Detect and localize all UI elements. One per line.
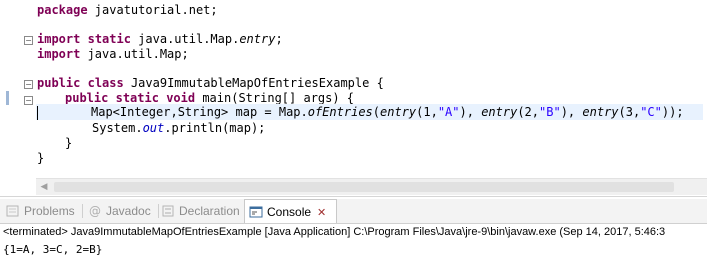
editor-gutter: [0, 0, 36, 178]
code-line-map-current: Map<Integer,String> map = Map.ofEntries(…: [36, 104, 703, 120]
code-line-close-class: }: [37, 151, 45, 165]
views-tab-bar: Problems @ Javadoc Declaration Console ✕: [0, 199, 707, 224]
code-line-import-static: import static java.util.Map.entry;: [37, 32, 283, 46]
close-icon[interactable]: ✕: [317, 207, 326, 219]
fold-toggle-class[interactable]: −: [24, 80, 33, 89]
code-line-import-map: import java.util.Map;: [37, 47, 189, 61]
console-view[interactable]: <terminated> Java9ImmutableMapOfEntriesE…: [0, 225, 707, 262]
scroll-left-icon[interactable]: ◀: [36, 179, 52, 195]
code-line-close-method: }: [65, 136, 73, 150]
code-line-package: package javatutorial.net;: [37, 3, 218, 17]
tab-console[interactable]: Console ✕: [244, 199, 337, 223]
tab-declaration[interactable]: Declaration: [161, 199, 240, 223]
scrollbar-thumb[interactable]: [54, 182, 674, 192]
console-output-line: {1=A, 3=C, 2=B}: [3, 243, 103, 256]
console-terminated-header: <terminated> Java9ImmutableMapOfEntriesE…: [3, 226, 666, 238]
editor-horizontal-scrollbar[interactable]: ◀: [36, 178, 707, 195]
fold-toggle-main[interactable]: −: [24, 96, 33, 105]
problems-icon: [6, 202, 20, 217]
console-icon: [249, 203, 263, 218]
tab-javadoc[interactable]: @ Javadoc: [88, 199, 151, 223]
tab-problems-label: Problems: [24, 204, 75, 218]
svg-text:@: @: [89, 204, 101, 218]
code-editor[interactable]: − − − package javatutorial.net; import s…: [0, 0, 707, 197]
tab-problems[interactable]: Problems: [6, 199, 75, 223]
code-line-println: System.out.println(map);: [92, 121, 266, 135]
javadoc-icon: @: [88, 202, 102, 218]
text-caret: [37, 106, 38, 120]
tab-declaration-label: Declaration: [179, 204, 240, 218]
code-line-class-decl: public class Java9ImmutableMapOfEntriesE…: [37, 76, 384, 90]
tab-separator: [158, 204, 159, 218]
tab-separator: [82, 204, 83, 218]
tab-javadoc-label: Javadoc: [106, 204, 151, 218]
fold-toggle-imports[interactable]: −: [24, 36, 33, 45]
override-marker-icon: [6, 91, 9, 105]
declaration-icon: [161, 202, 175, 217]
tab-console-label: Console: [267, 205, 312, 219]
